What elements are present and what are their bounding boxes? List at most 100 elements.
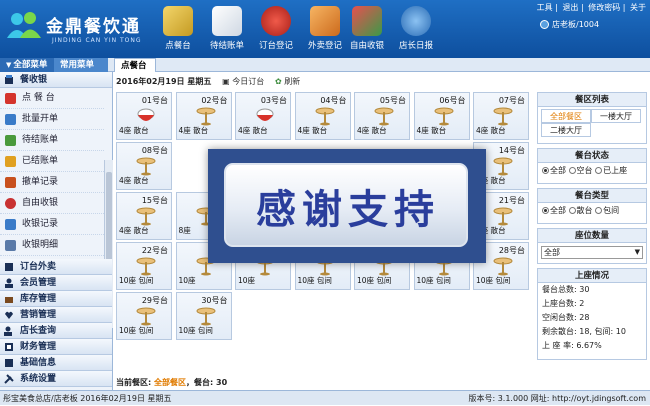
logo-title: 金鼎餐饮通 (46, 17, 141, 37)
table-icon (493, 107, 513, 126)
dining-table[interactable]: 06号台 4座 散台 (413, 92, 470, 140)
tools-link[interactable]: 工具 (537, 3, 553, 12)
zone-list-box: 餐区列表 全部餐区 一楼大厅 二楼大厅 (537, 92, 647, 144)
dining-table[interactable]: 29号台 10座 包间 (116, 292, 172, 340)
sidebar-item-free-cashier[interactable]: 自由收银 (0, 193, 104, 214)
radio-label: 散台 (576, 206, 593, 215)
nav-free-cashier[interactable]: 自由收银 (344, 6, 390, 54)
sidebar-section-marketing[interactable]: 营销管理 (0, 307, 112, 323)
table-info: 4座 散台 (297, 126, 328, 135)
footer-store-info: 彤宝美食总店/店老板 2016年02月19日 星期五 (3, 394, 172, 403)
today-booking-button[interactable]: ▣ 今日订台 (222, 77, 264, 86)
sidebar-section-info[interactable]: 基础信息 (0, 355, 112, 371)
pending-bill-icon (5, 135, 16, 146)
table-icon (493, 207, 513, 226)
thanks-banner-inner: 感谢支持 (224, 163, 468, 247)
item-label: 收银明细 (22, 240, 59, 250)
seat-count-select[interactable]: 全部 ▼ (541, 246, 643, 259)
section-label: 库存管理 (20, 294, 57, 304)
tab-common-menu[interactable]: 常用菜单 (54, 58, 108, 72)
sidebar-item-pending-bill[interactable]: 待结账单 (0, 130, 104, 151)
cash-detail-icon (5, 240, 16, 251)
sidebar-section-finance[interactable]: 财务管理 (0, 339, 112, 355)
settled-bill-icon (5, 156, 16, 167)
table-icon (136, 157, 156, 176)
dining-table[interactable]: 02号台 4座 散台 (175, 92, 232, 140)
sidebar-item-cash-detail[interactable]: 收银明细 (0, 235, 104, 256)
status-options: 全部 空台 已上座 (538, 163, 646, 178)
current-date: 2016年02月19日 星期五 (116, 77, 212, 86)
sidebar-section-booking[interactable]: 订台外卖 (0, 259, 112, 275)
table-icon (136, 307, 156, 326)
dining-table[interactable]: 04号台 4座 散台 (294, 92, 351, 140)
section-label: 基础信息 (20, 358, 57, 368)
item-label: 待结账单 (22, 135, 59, 145)
type-room-radio[interactable]: 包间 (595, 206, 619, 215)
order-desk-icon (163, 6, 193, 36)
sidebar-section-member[interactable]: 会员管理 (0, 275, 112, 291)
table-icon (196, 307, 215, 326)
dining-table[interactable]: 07号台 4座 散台 (473, 92, 529, 140)
sidebar-item-batch-open[interactable]: 批量开单 (0, 109, 104, 130)
refresh-button[interactable]: ✿ 刷新 (275, 77, 300, 86)
change-password-link[interactable]: 修改密码 (588, 3, 620, 12)
query-icon (4, 326, 12, 336)
dining-table[interactable]: 08号台 4座 散台 (116, 142, 172, 190)
dining-table[interactable]: 22号台 10座 包间 (116, 242, 172, 290)
zone-all[interactable]: 全部餐区 (541, 109, 591, 123)
finance-icon (5, 343, 13, 351)
chevron-down-icon: ▼ (6, 61, 12, 69)
status-free-radio[interactable]: 空台 (568, 166, 593, 175)
footer: 彤宝美食总店/店老板 2016年02月19日 星期五 版本号: 3.1.000 … (0, 390, 650, 405)
stat-free: 空闲台数: 28 (542, 313, 590, 322)
phone-icon (261, 6, 291, 36)
section-label: 财务管理 (20, 342, 57, 352)
dining-table[interactable]: 30号台 10座 包间 (175, 292, 232, 340)
section-label: 系统设置 (20, 374, 57, 384)
sidebar-item-order-desk[interactable]: 点 餐 台 (0, 88, 104, 109)
table-icon (136, 207, 156, 226)
status-all-radio[interactable]: 全部 (542, 166, 566, 175)
dining-table[interactable]: 01号台 4座 散台 (116, 92, 172, 140)
thanks-text: 感谢支持 (256, 187, 440, 233)
member-icon (5, 278, 13, 288)
sidebar-item-settled-bill[interactable]: 已结账单 (0, 151, 104, 172)
table-info: 4座 散台 (178, 126, 209, 135)
nav-pending-bill[interactable]: 待结账单 (204, 6, 250, 54)
item-label: 撤单记录 (22, 177, 59, 187)
tab-order-desk[interactable]: 点餐台 (114, 58, 156, 72)
stat-total: 餐台总数: 30 (542, 285, 590, 294)
status-seated-radio[interactable]: 已上座 (595, 166, 627, 175)
dining-table[interactable]: 03号台 4座 散台 (235, 92, 291, 140)
zone-list-title: 餐区列表 (538, 93, 646, 107)
table-info: 10座 包间 (119, 276, 154, 285)
about-link[interactable]: 关于 (630, 3, 646, 12)
select-value: 全部 (544, 248, 560, 257)
nav-order-desk[interactable]: 点餐台 (155, 6, 201, 54)
sidebar-item-cash-record[interactable]: 收银记录 (0, 214, 104, 235)
radio-label: 包间 (603, 206, 620, 215)
dining-table[interactable]: 05号台 4座 散台 (354, 92, 410, 140)
radio-label: 已上座 (603, 166, 628, 175)
sidebar-item-cancel-record[interactable]: 撤单记录 (0, 172, 104, 193)
tab-all-menu[interactable]: ▼ 全部菜单 (0, 58, 54, 72)
sidebar-section-dining[interactable]: 餐收银 (0, 72, 112, 88)
sidebar-section-query[interactable]: 店长查询 (0, 323, 112, 339)
dining-table[interactable]: 15号台 4座 散台 (116, 192, 172, 240)
sidebar-section-inventory[interactable]: 库存管理 (0, 291, 112, 307)
nav-manager-report[interactable]: 店长日报 (393, 6, 439, 54)
type-hall-radio[interactable]: 散台 (568, 206, 593, 215)
table-info: 4座 散台 (119, 126, 149, 135)
zone-floor2[interactable]: 二楼大厅 (541, 123, 591, 137)
sidebar-section-settings[interactable]: 系统设置 (0, 371, 112, 387)
type-all-radio[interactable]: 全部 (542, 206, 566, 215)
table-info: 4座 散台 (238, 126, 268, 135)
stat-seated: 上座台数: 2 (542, 299, 585, 308)
right-panel: 餐区列表 全部餐区 一楼大厅 二楼大厅 餐台状态 全部 空台 已上座 餐台类型 全… (537, 92, 647, 376)
zone-floor1[interactable]: 一楼大厅 (591, 109, 641, 123)
nav-booking[interactable]: 订台登记 (253, 6, 299, 54)
table-info: 10座 包间 (178, 326, 213, 335)
calendar-icon: ▣ (222, 77, 230, 86)
app-logo: 金鼎餐饮通 JINDING CAN YIN TONG (6, 6, 146, 52)
exit-link[interactable]: 退出 (562, 3, 578, 12)
